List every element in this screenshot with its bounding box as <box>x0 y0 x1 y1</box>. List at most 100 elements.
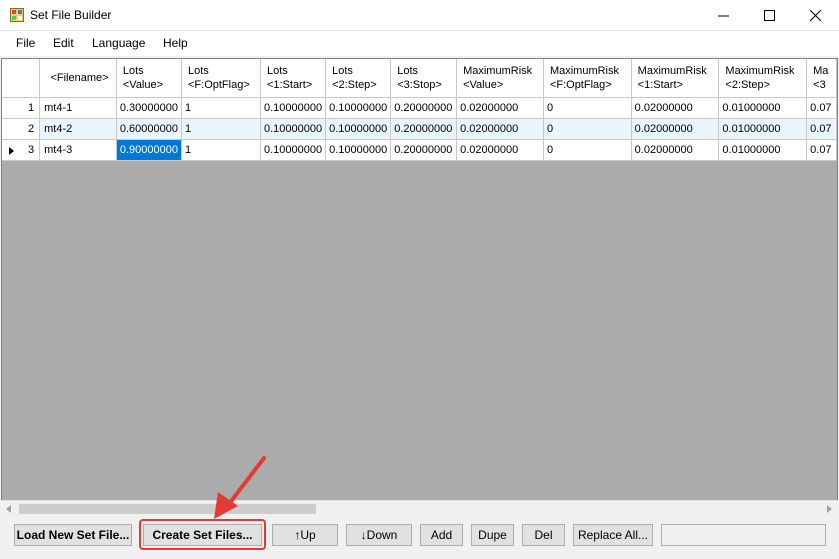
maximize-icon <box>764 10 775 21</box>
row-number: 2 <box>28 122 35 135</box>
column-header-line1: <Filename> <box>50 71 109 84</box>
row-header[interactable]: 2 <box>2 118 41 140</box>
table-cell[interactable]: 0.20000000 <box>390 139 458 161</box>
column-header-line2: <1:Start> <box>266 78 313 91</box>
table-cell[interactable]: 0.20000000 <box>390 97 458 119</box>
table-cell[interactable]: 0.10000000 <box>260 97 327 119</box>
dupe-button[interactable]: Dupe <box>471 524 514 546</box>
column-header[interactable]: <Filename> <box>39 59 117 98</box>
table-cell[interactable]: 0.02000000 <box>631 97 720 119</box>
column-header-line2: <F:OptFlag> <box>188 78 250 91</box>
horizontal-scrollbar[interactable] <box>1 500 838 516</box>
table-row[interactable]: 3 mt4-3 0.90000000 1 0.10000000 0.10000000 0.2… <box>2 139 837 161</box>
column-header[interactable]: MaximumRisk <Value> <box>456 59 544 98</box>
table-cell[interactable]: 0.01000000 <box>718 118 808 140</box>
table-cell[interactable]: 0.10000000 <box>325 97 392 119</box>
table-cell[interactable]: 0.10000000 <box>325 139 392 161</box>
column-header-line1: Ma <box>813 64 829 77</box>
column-header[interactable]: MaximumRisk <2:Step> <box>718 59 808 98</box>
scroll-left-icon[interactable] <box>6 505 11 513</box>
column-header-line2: <F:OptFlag> <box>549 78 612 91</box>
table-cell[interactable]: 0.02000000 <box>631 139 720 161</box>
table-row[interactable]: 2 mt4-2 0.60000000 1 0.10000000 0.10000000 0.2… <box>2 118 837 140</box>
window-title: Set File Builder <box>30 8 112 22</box>
menu-help[interactable]: Help <box>163 36 188 50</box>
column-header-line2: <Value> <box>122 78 164 91</box>
column-header[interactable]: Lots <3:Stop> <box>390 59 458 98</box>
table-cell[interactable]: 1 <box>181 97 261 119</box>
table-cell[interactable]: 0.02000000 <box>456 118 544 140</box>
status-field <box>661 524 826 546</box>
table-cell[interactable]: 0 <box>543 118 632 140</box>
column-header-line2: <Value> <box>463 78 504 91</box>
column-header-line2: <1:Start> <box>637 78 683 91</box>
column-header[interactable]: Lots <F:OptFlag> <box>181 59 261 98</box>
menu-file[interactable]: File <box>16 36 35 50</box>
scrollbar-thumb[interactable] <box>19 504 316 514</box>
column-header[interactable]: MaximumRisk <1:Start> <box>631 59 720 98</box>
column-header-line2: <2:Step> <box>725 78 771 91</box>
add-button[interactable]: Add <box>420 524 463 546</box>
table-cell[interactable]: 0.10000000 <box>260 139 327 161</box>
column-header[interactable]: Lots <2:Step> <box>325 59 392 98</box>
row-number: 1 <box>28 101 35 114</box>
scroll-right-icon[interactable] <box>827 505 832 513</box>
column-header-line1: MaximumRisk <box>725 64 795 77</box>
row-header[interactable]: 1 <box>2 97 41 119</box>
menu-edit[interactable]: Edit <box>53 36 74 50</box>
column-header-line1: MaximumRisk <box>549 64 619 77</box>
filename-cell[interactable]: mt4-2 <box>39 118 117 140</box>
column-header-line1: Lots <box>332 64 353 77</box>
column-header[interactable]: MaximumRisk <F:OptFlag> <box>543 59 632 98</box>
column-header[interactable]: Ma <3 <box>806 59 837 98</box>
column-header[interactable]: Lots <Value> <box>116 59 183 98</box>
table-cell[interactable]: 0.07 <box>806 118 837 140</box>
column-header-line2: <3:Stop> <box>397 78 442 91</box>
table-cell[interactable]: 0.90000000 <box>116 139 183 161</box>
column-header-line1: Lots <box>266 64 288 77</box>
table-cell[interactable]: 0.10000000 <box>325 118 392 140</box>
column-header-line2: <3 <box>813 78 826 91</box>
minimize-icon <box>718 15 729 17</box>
menu-language[interactable]: Language <box>92 36 145 50</box>
load-set-file-button[interactable]: Load New Set File... <box>14 524 132 546</box>
table-cell[interactable]: 0.02000000 <box>456 139 544 161</box>
maximize-button[interactable] <box>747 0 793 31</box>
app-icon <box>10 8 24 22</box>
table-cell[interactable]: 0.01000000 <box>718 97 808 119</box>
table-cell[interactable]: 0 <box>543 97 632 119</box>
grid-corner-header[interactable] <box>2 59 41 98</box>
close-button[interactable] <box>793 0 839 31</box>
up-button[interactable]: ↑Up <box>272 524 338 546</box>
title-bar: Set File Builder <box>0 0 839 31</box>
column-header-line1: MaximumRisk <box>463 64 533 77</box>
column-header-line1: Lots <box>188 64 209 77</box>
down-button[interactable]: ↓Down <box>346 524 412 546</box>
table-cell[interactable]: 0 <box>543 139 632 161</box>
del-button[interactable]: Del <box>522 524 565 546</box>
table-cell[interactable]: 0.02000000 <box>456 97 544 119</box>
table-cell[interactable]: 0.07 <box>806 139 837 161</box>
table-cell[interactable]: 0.20000000 <box>390 118 458 140</box>
table-row[interactable]: 1 mt4-1 0.30000000 1 0.10000000 0.10000000 0.2… <box>2 97 837 119</box>
minimize-button[interactable] <box>701 0 747 31</box>
filename-cell[interactable]: mt4-1 <box>39 97 117 119</box>
table-cell[interactable]: 1 <box>181 139 261 161</box>
row-number: 3 <box>28 143 35 156</box>
table-cell[interactable]: 0.10000000 <box>260 118 327 140</box>
grid-table: <Filename> Lots <Value> Lots <F:OptFlag> Lots… <box>2 59 837 161</box>
table-cell[interactable]: 0.07 <box>806 97 837 119</box>
table-cell[interactable]: 0.02000000 <box>631 118 720 140</box>
table-cell[interactable]: 1 <box>181 118 261 140</box>
table-cell[interactable]: 0.60000000 <box>116 118 183 140</box>
filename-cell[interactable]: mt4-3 <box>39 139 117 161</box>
table-cell[interactable]: 0.01000000 <box>718 139 808 161</box>
close-icon <box>810 10 822 22</box>
data-grid[interactable]: <Filename> Lots <Value> Lots <F:OptFlag> Lots… <box>1 58 838 516</box>
row-header[interactable]: 3 <box>2 139 41 161</box>
column-header[interactable]: Lots <1:Start> <box>260 59 327 98</box>
highlight-box <box>139 519 266 550</box>
menu-bar: File Edit Language Help <box>0 31 839 56</box>
replace-all-button[interactable]: Replace All... <box>573 524 653 546</box>
table-cell[interactable]: 0.30000000 <box>116 97 183 119</box>
